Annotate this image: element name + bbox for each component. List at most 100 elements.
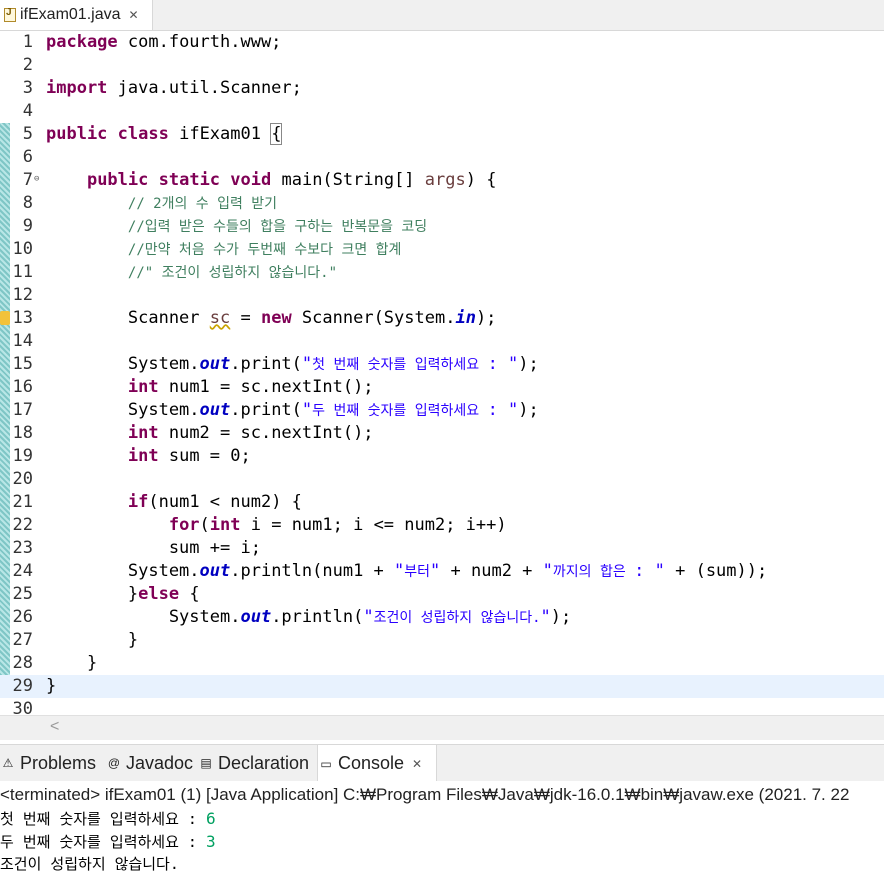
code-line[interactable]: 28 } <box>0 652 884 675</box>
code-line[interactable]: 16 int num1 = sc.nextInt(); <box>0 376 884 399</box>
code-line[interactable]: 14 <box>0 330 884 353</box>
line-number: 7 <box>22 170 33 190</box>
code-line[interactable]: 21 if(num1 < num2) { <box>0 491 884 514</box>
tab-label: Console <box>338 753 405 773</box>
tab-label: Problems <box>20 752 97 773</box>
line-number: 4 <box>22 101 33 121</box>
code-line[interactable]: 2 <box>0 54 884 77</box>
code-line[interactable]: 11 //" 조건이 성립하지 않습니다." <box>0 261 884 284</box>
line-number: 27 <box>12 630 33 650</box>
line-number: 3 <box>22 78 33 98</box>
code-line[interactable]: 18 int num2 = sc.nextInt(); <box>0 422 884 445</box>
code-line[interactable]: 10 //만약 처음 수가 두번째 수보다 크면 합계 <box>0 238 884 261</box>
code-text: int sum = 0; <box>127 446 251 466</box>
code-text: } <box>46 630 139 650</box>
horizontal-scrollbar[interactable]: < <box>0 715 884 740</box>
code-line[interactable]: 13 Scanner sc = new Scanner(System.in); <box>0 307 884 330</box>
tab-problems[interactable]: ⚠ Problems <box>0 745 104 781</box>
code-line[interactable]: 8 // 2개의 수 입력 받기 <box>0 192 884 215</box>
line-number: 21 <box>12 492 33 512</box>
code-line[interactable]: 29} <box>0 675 884 698</box>
code-text: int num1 = sc.nextInt(); <box>127 377 374 397</box>
code-text: if(num1 < num2) { <box>127 492 302 512</box>
code-line[interactable]: 12 <box>0 284 884 307</box>
tab-label: Declaration <box>218 752 310 773</box>
code-line[interactable]: 27 } <box>0 629 884 652</box>
java-file-icon <box>4 7 16 22</box>
code-text: } <box>46 653 98 673</box>
line-number: 11 <box>12 262 33 282</box>
line-number: 18 <box>12 423 33 443</box>
tab-console[interactable]: ▭ Console ✕ <box>317 745 437 782</box>
code-text: System.out.println("조건이 성립하지 않습니다."); <box>46 607 572 627</box>
console-output-line: 조건이 성립하지 않습니다. <box>0 855 179 873</box>
declaration-icon: ▤ <box>200 756 212 770</box>
code-line[interactable]: 17 System.out.print("두 번째 숫자를 입력하세요 : ")… <box>0 399 884 422</box>
code-line[interactable]: 22 for(int i = num1; i <= num2; i++) <box>0 514 884 537</box>
line-number: 6 <box>22 147 33 167</box>
javadoc-icon: @ <box>107 756 121 770</box>
console-view[interactable]: <terminated> ifExam01 (1) [Java Applicat… <box>0 781 884 891</box>
console-user-input: 6 <box>206 809 216 828</box>
code-line[interactable]: 1 package com.fourth.www; <box>0 31 884 54</box>
editor-tabbar: ifExam01.java ✕ <box>0 0 884 31</box>
code-line[interactable]: 24 System.out.println(num1 + "부터" + num2… <box>0 560 884 583</box>
code-line[interactable]: 7 ⊖ public static void main(String[] args… <box>0 169 884 192</box>
code-line[interactable]: 6 <box>0 146 884 169</box>
console-output-line: 첫 번째 숫자를 입력하세요 : 6 <box>0 807 216 830</box>
code-text: //" 조건이 성립하지 않습니다." <box>127 265 337 281</box>
problems-icon: ⚠ <box>2 756 14 770</box>
line-number: 15 <box>12 354 33 374</box>
code-line[interactable]: 20 <box>0 468 884 491</box>
line-number: 19 <box>12 446 33 466</box>
code-line[interactable]: 25 }else { <box>0 583 884 606</box>
line-number: 22 <box>12 515 33 535</box>
console-icon: ▭ <box>320 756 332 771</box>
line-number: 17 <box>12 400 33 420</box>
code-line[interactable]: 19 int sum = 0; <box>0 445 884 468</box>
code-text: public static void main(String[] args) { <box>86 170 497 190</box>
code-text: System.out.print("두 번째 숫자를 입력하세요 : "); <box>46 400 539 420</box>
line-number: 20 <box>12 469 33 489</box>
views-tabbar: ⚠ Problems @ Javadoc ▤ Declaration ▭ Console ✕ <box>0 744 884 782</box>
line-number: 14 <box>12 331 33 351</box>
code-text: int num2 = sc.nextInt(); <box>127 423 374 443</box>
editor-tab-ifexam01[interactable]: ifExam01.java ✕ <box>0 0 153 30</box>
code-text: //입력 받은 수들의 합을 구하는 반복문을 코딩 <box>127 219 428 235</box>
line-number: 1 <box>22 32 33 52</box>
code-text: }else { <box>46 584 200 604</box>
code-line[interactable]: 23 sum += i; <box>0 537 884 560</box>
code-line[interactable]: 3 import java.util.Scanner; <box>0 77 884 100</box>
close-icon[interactable]: ✕ <box>129 8 139 22</box>
warning-icon[interactable] <box>0 311 10 325</box>
line-number: 28 <box>12 653 33 673</box>
fold-toggle-icon[interactable]: ⊖ <box>34 169 39 189</box>
line-number: 25 <box>12 584 33 604</box>
console-user-input: 3 <box>206 832 216 851</box>
code-text: Scanner sc = new Scanner(System.in); <box>46 308 497 328</box>
scroll-left-arrow-icon[interactable]: < <box>50 718 59 736</box>
code-line[interactable]: 26 System.out.println("조건이 성립하지 않습니다."); <box>0 606 884 629</box>
line-number: 24 <box>12 561 33 581</box>
line-number: 10 <box>12 239 33 259</box>
code-text: import java.util.Scanner; <box>46 78 302 98</box>
code-text: sum += i; <box>46 538 261 558</box>
code-text: public class ifExam01 { <box>46 123 283 145</box>
tab-label: Javadoc <box>126 752 194 773</box>
line-number: 8 <box>22 193 33 213</box>
code-line[interactable]: 15 System.out.print("첫 번째 숫자를 입력하세요 : ")… <box>0 353 884 376</box>
code-text: System.out.println(num1 + "부터" + num2 + … <box>46 561 768 581</box>
line-number: 2 <box>22 55 33 75</box>
console-prompt: 두 번째 숫자를 입력하세요 : <box>0 833 206 851</box>
code-editor[interactable]: 1 package com.fourth.www; 2 3 import java.ut… <box>0 31 884 719</box>
line-number: 12 <box>12 285 33 305</box>
console-status: <terminated> ifExam01 (1) [Java Applicat… <box>0 785 850 804</box>
code-line[interactable]: 4 <box>0 100 884 123</box>
code-text: System.out.print("첫 번째 숫자를 입력하세요 : "); <box>46 354 539 374</box>
close-icon[interactable]: ✕ <box>412 757 422 771</box>
tab-declaration[interactable]: ▤ Declaration <box>198 745 315 781</box>
tab-javadoc[interactable]: @ Javadoc <box>106 745 196 781</box>
code-line[interactable]: 5 public class ifExam01 { <box>0 123 884 146</box>
code-line[interactable]: 9 //입력 받은 수들의 합을 구하는 반복문을 코딩 <box>0 215 884 238</box>
console-prompt: 첫 번째 숫자를 입력하세요 : <box>0 810 206 828</box>
